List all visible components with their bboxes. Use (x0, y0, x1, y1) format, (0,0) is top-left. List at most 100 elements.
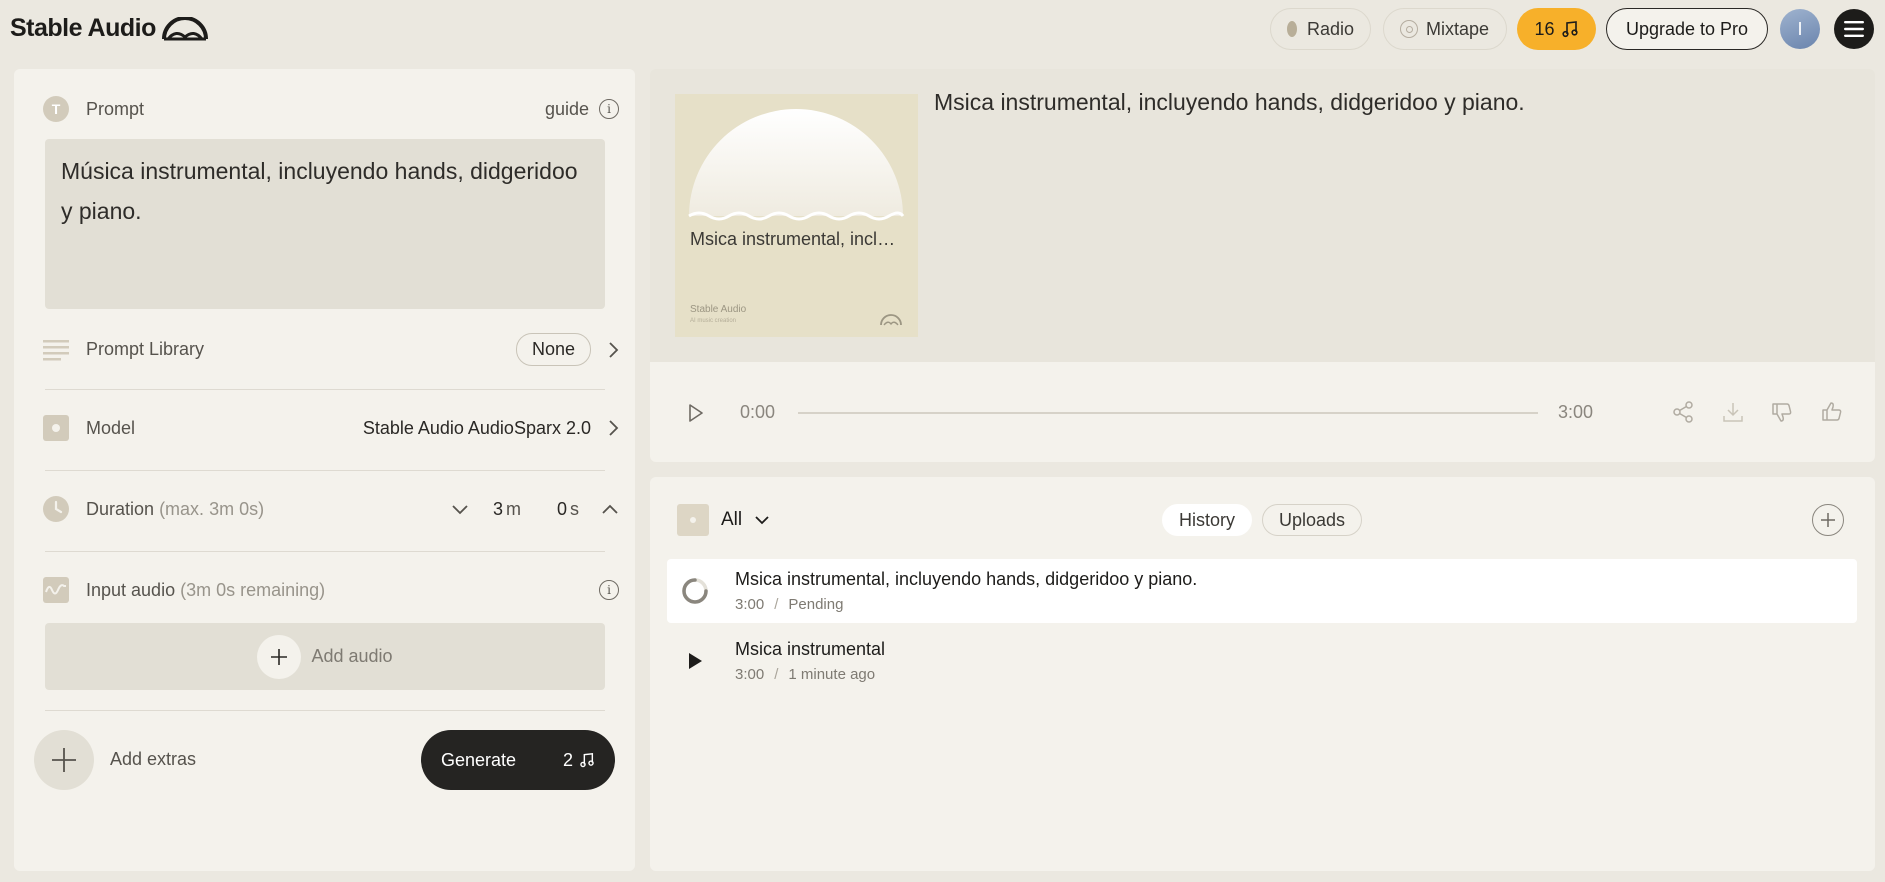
add-extras-button[interactable] (34, 730, 94, 790)
divider (45, 551, 605, 552)
chevron-down-icon (755, 516, 769, 525)
track-meta: 3:00/Pending (735, 596, 844, 613)
cover-title: Msica instrumental, incluyendo hands, di… (690, 229, 905, 249)
input-audio-row: Input audio (3m 0s remaining) i (42, 576, 619, 604)
generate-button[interactable]: Generate 2 (421, 730, 615, 790)
prompt-library-value[interactable]: None (515, 333, 591, 366)
model-icon (43, 415, 69, 441)
model-value: Stable Audio AudioSparx 2.0 (362, 417, 591, 438)
divider (45, 710, 605, 711)
prompt-library-label: Prompt Library (86, 339, 205, 359)
track-status: 1 minute ago (788, 666, 876, 683)
brand-name: Stable Audio (10, 14, 156, 42)
filter-dropdown[interactable]: All (677, 504, 770, 536)
download-button[interactable] (1720, 399, 1746, 425)
plus-icon (52, 748, 76, 772)
avatar[interactable]: I (1780, 9, 1820, 49)
cover-subtitle: AI music creation (690, 318, 737, 324)
text-icon: T (43, 96, 69, 122)
plus-icon (257, 634, 302, 679)
thumbs-down-icon (1772, 403, 1792, 422)
music-note-icon (580, 752, 594, 768)
generate-label: Generate (441, 749, 517, 770)
radio-button[interactable]: Radio (1270, 8, 1371, 50)
duration-seconds[interactable]: 0 (557, 499, 567, 520)
progress-bar[interactable] (798, 412, 1538, 414)
add-audio-label: Add audio (311, 646, 393, 666)
brand-logo[interactable]: Stable Audio (10, 14, 208, 43)
hamburger-icon (1844, 21, 1864, 37)
track-title: Msica instrumental (735, 639, 886, 659)
chevron-right-icon (609, 341, 619, 358)
prompt-label: Prompt (86, 98, 145, 119)
mixtape-label: Mixtape (1426, 18, 1490, 39)
duration-minutes-unit: m (505, 498, 521, 519)
guide-label: guide (544, 98, 589, 119)
total-time: 3:00 (1558, 402, 1594, 422)
thumbs-up-icon (1822, 402, 1842, 421)
stable-audio-logo-icon (161, 16, 208, 40)
duration-row: Duration (max. 3m 0s) 3 m 0 s (42, 495, 619, 523)
duration-label: Duration (max. 3m 0s) (86, 499, 264, 520)
mixtape-button[interactable]: Mixtape (1383, 8, 1507, 50)
chevron-right-icon (609, 420, 619, 436)
track-row[interactable]: Msica instrumental, incluyendo hands, di… (667, 559, 1857, 623)
menu-button[interactable] (1834, 9, 1874, 49)
credits-badge[interactable]: 16 (1517, 8, 1596, 50)
share-icon (1673, 401, 1693, 423)
play-icon[interactable] (681, 647, 709, 675)
duration-minutes[interactable]: 3 (493, 499, 503, 520)
upgrade-button[interactable]: Upgrade to Pro (1606, 8, 1768, 50)
cover-brand: Stable Audio (690, 304, 747, 315)
collection-icon (677, 504, 709, 536)
library-panel: All History Uploads Msica instrumental, … (650, 477, 1875, 871)
chevron-up-icon[interactable] (601, 503, 619, 515)
cover-logo-icon (880, 314, 902, 326)
share-button[interactable] (1670, 399, 1696, 425)
input-audio-label: Input audio (3m 0s remaining) (86, 580, 325, 601)
download-icon (1723, 403, 1743, 422)
divider (45, 389, 605, 390)
tab-uploads[interactable]: Uploads (1262, 504, 1363, 536)
track-duration: 3:00 (735, 596, 765, 613)
current-time: 0:00 (740, 402, 776, 422)
add-audio-button[interactable]: Add audio (45, 623, 605, 690)
info-icon[interactable]: i (599, 580, 619, 600)
plus-icon (1821, 513, 1835, 527)
radio-label: Radio (1306, 18, 1354, 39)
radio-icon (1287, 21, 1297, 37)
generate-cost: 2 (563, 750, 595, 771)
prompt-library-row[interactable]: Prompt Library None (42, 333, 619, 366)
chevron-down-icon[interactable] (451, 503, 469, 515)
duration-hint: (max. 3m 0s) (159, 498, 265, 519)
thumbs-up-button[interactable] (1819, 399, 1845, 425)
duration-title: Duration (86, 498, 155, 519)
track-title: Msica instrumental, incluyendo hands, di… (735, 569, 1198, 589)
top-bar: Stable Audio Radio Mixtape 16 Upgrade to… (0, 0, 1885, 58)
input-audio-hint: (3m 0s remaining) (180, 579, 326, 600)
track-duration: 3:00 (735, 666, 765, 683)
track-meta: 3:00/1 minute ago (735, 666, 876, 683)
guide-link[interactable]: guide i (545, 99, 619, 120)
player-panel: Msica instrumental, incluyendo hands, di… (650, 69, 1875, 462)
play-icon[interactable] (688, 404, 704, 422)
filter-label: All (721, 509, 743, 530)
add-track-button[interactable] (1812, 504, 1844, 536)
cover-sun-graphic (688, 109, 905, 221)
input-audio-title: Input audio (86, 579, 176, 600)
prompt-input[interactable]: Música instrumental, incluyendo hands, d… (45, 139, 605, 309)
add-extras-label: Add extras (110, 749, 197, 769)
model-label: Model (86, 417, 136, 438)
clock-icon (43, 496, 69, 522)
duration-controls: 3 m 0 s (451, 499, 619, 520)
cover-art: Msica instrumental, incluyendo hands, di… (675, 94, 918, 337)
library-tabs: History Uploads (1162, 504, 1363, 536)
tab-history[interactable]: History (1162, 504, 1253, 536)
list-lines-icon (43, 339, 69, 360)
track-row[interactable]: Msica instrumental 3:00/1 minute ago (667, 629, 1857, 693)
model-row[interactable]: Model Stable Audio AudioSparx 2.0 (42, 414, 619, 442)
credits-count: 16 (1534, 18, 1555, 39)
prompt-panel: T Prompt guide i Música instrumental, in… (14, 69, 635, 871)
divider (45, 470, 605, 471)
thumbs-down-button[interactable] (1769, 399, 1795, 425)
